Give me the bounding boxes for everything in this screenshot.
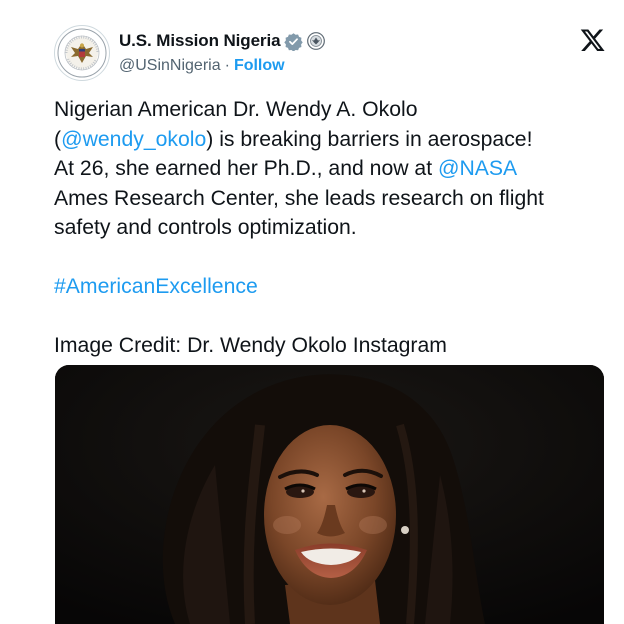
- image-credit: Image Credit: Dr. Wendy Okolo Instagram: [54, 334, 447, 357]
- tweet-line-4: Ames Research Center, she leads research…: [54, 186, 544, 210]
- separator-dot: ·: [224, 57, 230, 74]
- mention-wendy-okolo[interactable]: @wendy_okolo: [61, 128, 206, 151]
- tweet-photo[interactable]: [55, 365, 604, 624]
- handle-row: @USinNigeria · Follow: [119, 56, 285, 76]
- verified-badge-icon: [284, 32, 304, 51]
- follow-button[interactable]: Follow: [234, 57, 285, 75]
- tweet-line-5: safety and controls optimization.: [54, 216, 357, 239]
- tweet-line-1: Nigerian American Dr. Wendy A. Okolo: [54, 98, 418, 121]
- mention-nasa[interactable]: @NASA: [438, 157, 517, 180]
- tweet-text: Nigerian American Dr. Wendy A. Okolo (@w…: [54, 95, 599, 361]
- name-row: U.S. Mission Nigeria: [119, 30, 326, 52]
- paren-open: (: [54, 127, 62, 151]
- tweet-line-3-text: At 26, she earned her Ph.D., and now at: [54, 157, 438, 180]
- hashtag-american-excellence[interactable]: #AmericanExcellence: [54, 275, 258, 298]
- government-seal-icon: [307, 32, 326, 50]
- x-logo-icon[interactable]: [579, 27, 605, 53]
- handle[interactable]: @USinNigeria: [119, 57, 221, 75]
- hashtag-line: #AmericanExcellence: [54, 272, 599, 302]
- tweet-line-3: At 26, she earned her Ph.D., and now at …: [54, 154, 599, 184]
- display-name[interactable]: U.S. Mission Nigeria: [119, 31, 281, 51]
- portrait-photo-icon: [55, 365, 604, 624]
- tweet-card: U.S. Mission Nigeria @USinNigeria · Foll…: [0, 0, 624, 624]
- state-department-seal-icon: [56, 27, 108, 79]
- tweet-line-2: (@wendy_okolo) is breaking barriers in a…: [54, 125, 599, 155]
- avatar[interactable]: [54, 25, 110, 81]
- tweet-line-2-rest: ) is breaking barriers in aerospace!: [206, 127, 533, 151]
